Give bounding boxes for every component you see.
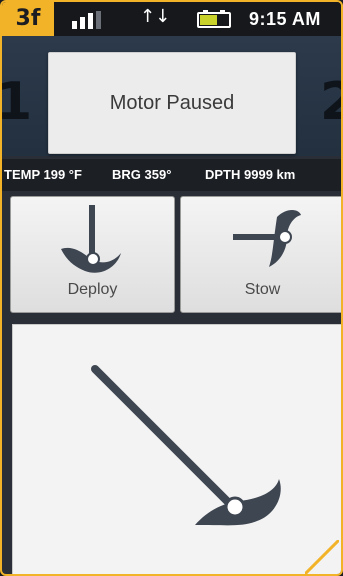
motor-paused-toast: Motor Paused <box>48 52 296 154</box>
stow-button[interactable]: Stow <box>180 196 341 313</box>
clock-time: 9:15 AM <box>249 9 321 29</box>
left-gauge-value: 1 <box>2 72 32 132</box>
battery-icon <box>197 10 231 28</box>
panel-corner-accent <box>305 540 339 574</box>
mode-badge[interactable]: 3f <box>2 2 54 36</box>
data-strip: TEMP 199 °F BRG 359° DPTH 9999 km <box>2 159 341 191</box>
deploy-label: Deploy <box>67 281 118 298</box>
signal-bars-icon <box>72 11 101 29</box>
depth-readout: DPTH 9999 km <box>205 167 296 182</box>
status-bar: 3f ↑↓ 9:15 AM <box>2 2 341 36</box>
temperature-readout: TEMP 199 °F <box>4 167 82 182</box>
bearing-readout: BRG 359° <box>112 167 172 182</box>
motor-stow-icon <box>233 210 301 267</box>
deploy-button[interactable]: Deploy <box>10 196 175 313</box>
motor-deploy-icon <box>61 205 121 273</box>
right-gauge-value: 2 <box>320 72 341 132</box>
motor-angle-display[interactable] <box>12 324 341 574</box>
stow-label: Stow <box>244 281 281 298</box>
app-frame: 3f ↑↓ 9:15 AM 1 2 Motor Paused TEMP 199 … <box>0 0 343 576</box>
motor-shaft-diagram <box>91 365 281 526</box>
up-down-arrows-icon: ↑↓ <box>140 6 171 27</box>
toast-message: Motor Paused <box>109 91 235 114</box>
